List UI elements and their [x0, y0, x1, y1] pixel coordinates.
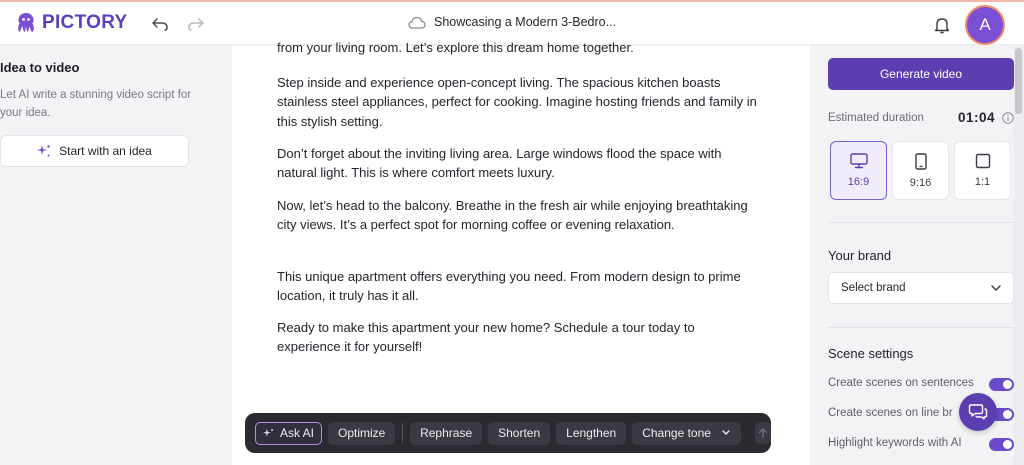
chevron-down-icon [722, 430, 730, 435]
send-button[interactable] [754, 422, 771, 444]
script-paragraph[interactable]: This unique apartment offers everything … [277, 267, 757, 306]
bell-icon[interactable] [932, 15, 952, 35]
lengthen-label: Lengthen [566, 426, 617, 440]
script-paragraph[interactable]: Don’t forget about the inviting living a… [277, 144, 757, 183]
ratio-16-9-option[interactable]: 16:9 [830, 141, 887, 200]
lengthen-button[interactable]: Lengthen [556, 421, 627, 445]
phone-icon [914, 152, 927, 170]
toggle-label: Highlight keywords with AI [828, 437, 962, 449]
toggle-row-sentences: Create scenes on sentences [828, 377, 1014, 393]
brand-name: PICTORY [42, 12, 128, 33]
info-icon[interactable] [1002, 112, 1014, 124]
ask-ai-label: Ask AI [280, 426, 315, 440]
estimated-duration-label: Estimated duration [828, 112, 924, 124]
ratio-9-16-option[interactable]: 9:16 [892, 141, 949, 200]
arrow-up-icon [758, 428, 768, 438]
script-editor[interactable]: from your living room. Let’s explore thi… [232, 40, 810, 465]
scenes-on-sentences-toggle[interactable] [989, 378, 1014, 391]
left-panel: Idea to video Let AI write a stunning vi… [0, 46, 232, 465]
optimize-button[interactable]: Optimize [328, 421, 396, 445]
toggle-row-keywords: Highlight keywords with AI [828, 437, 1014, 453]
generate-video-button[interactable]: Generate video [828, 58, 1014, 90]
chat-icon [968, 404, 988, 420]
select-brand-value: Select brand [841, 282, 906, 294]
ratio-label: 16:9 [847, 176, 870, 188]
script-paragraph[interactable]: Now, let’s head to the balcony. Breathe … [277, 196, 757, 235]
script-paragraph[interactable]: Ready to make this apartment your new ho… [277, 318, 757, 357]
ratio-label: 9:16 [909, 176, 932, 189]
shorten-label: Shorten [498, 426, 541, 440]
ask-ai-button[interactable]: Ask AI [255, 421, 323, 445]
section-divider [828, 222, 1014, 223]
toolbar-divider [402, 423, 404, 443]
section-divider [828, 327, 1014, 328]
estimated-duration-value: 01:04 [958, 110, 996, 125]
ratio-1-1-option[interactable]: 1:1 [954, 141, 1011, 200]
sparkle-icon [37, 145, 50, 157]
script-paragraph[interactable]: Step inside and experience open-concept … [277, 73, 757, 131]
idea-to-video-title: Idea to video [0, 60, 80, 75]
script-paragraph[interactable]: from your living room. Let’s explore thi… [277, 38, 757, 57]
redo-icon [188, 18, 204, 31]
document-title-text: Showcasing a Modern 3-Bedro... [434, 15, 617, 29]
octopus-logo-icon [18, 13, 34, 32]
document-title[interactable]: Showcasing a Modern 3-Bedro... [408, 15, 616, 29]
avatar[interactable]: A [965, 5, 1005, 45]
cloud-icon [408, 16, 426, 29]
scene-settings-title: Scene settings [828, 346, 914, 361]
shorten-button[interactable]: Shorten [488, 421, 551, 445]
your-brand-title: Your brand [828, 248, 892, 263]
toggle-label: Create scenes on sentences [828, 377, 974, 389]
start-with-idea-label: Start with an idea [59, 144, 152, 158]
select-brand-dropdown[interactable]: Select brand [828, 272, 1014, 304]
redo-button[interactable] [187, 15, 205, 33]
undo-icon [152, 18, 168, 31]
highlight-keywords-toggle[interactable] [989, 438, 1014, 451]
rephrase-button[interactable]: Rephrase [410, 421, 483, 445]
chevron-down-icon [991, 285, 1001, 291]
undo-button[interactable] [151, 15, 169, 33]
avatar-initial: A [979, 15, 991, 34]
toggle-label: Create scenes on line br [828, 407, 953, 419]
sparkle-icon [263, 428, 273, 437]
idea-to-video-description: Let AI write a stunning video script for… [0, 89, 192, 119]
change-tone-label: Change tone [642, 426, 711, 440]
ratio-label: 1:1 [974, 176, 991, 188]
change-tone-dropdown[interactable]: Change tone [632, 421, 741, 445]
optimize-label: Optimize [338, 426, 386, 440]
scrollbar-thumb[interactable] [1015, 48, 1022, 114]
monitor-icon [849, 153, 868, 169]
chat-support-button[interactable] [959, 393, 997, 431]
rephrase-label: Rephrase [420, 426, 473, 440]
start-with-idea-button[interactable]: Start with an idea [0, 135, 189, 167]
ai-toolbar: Ask AI Optimize Rephrase Shorten Lengthe… [245, 413, 771, 453]
pictory-logo[interactable]: PICTORY [14, 11, 128, 35]
square-icon [975, 153, 990, 169]
